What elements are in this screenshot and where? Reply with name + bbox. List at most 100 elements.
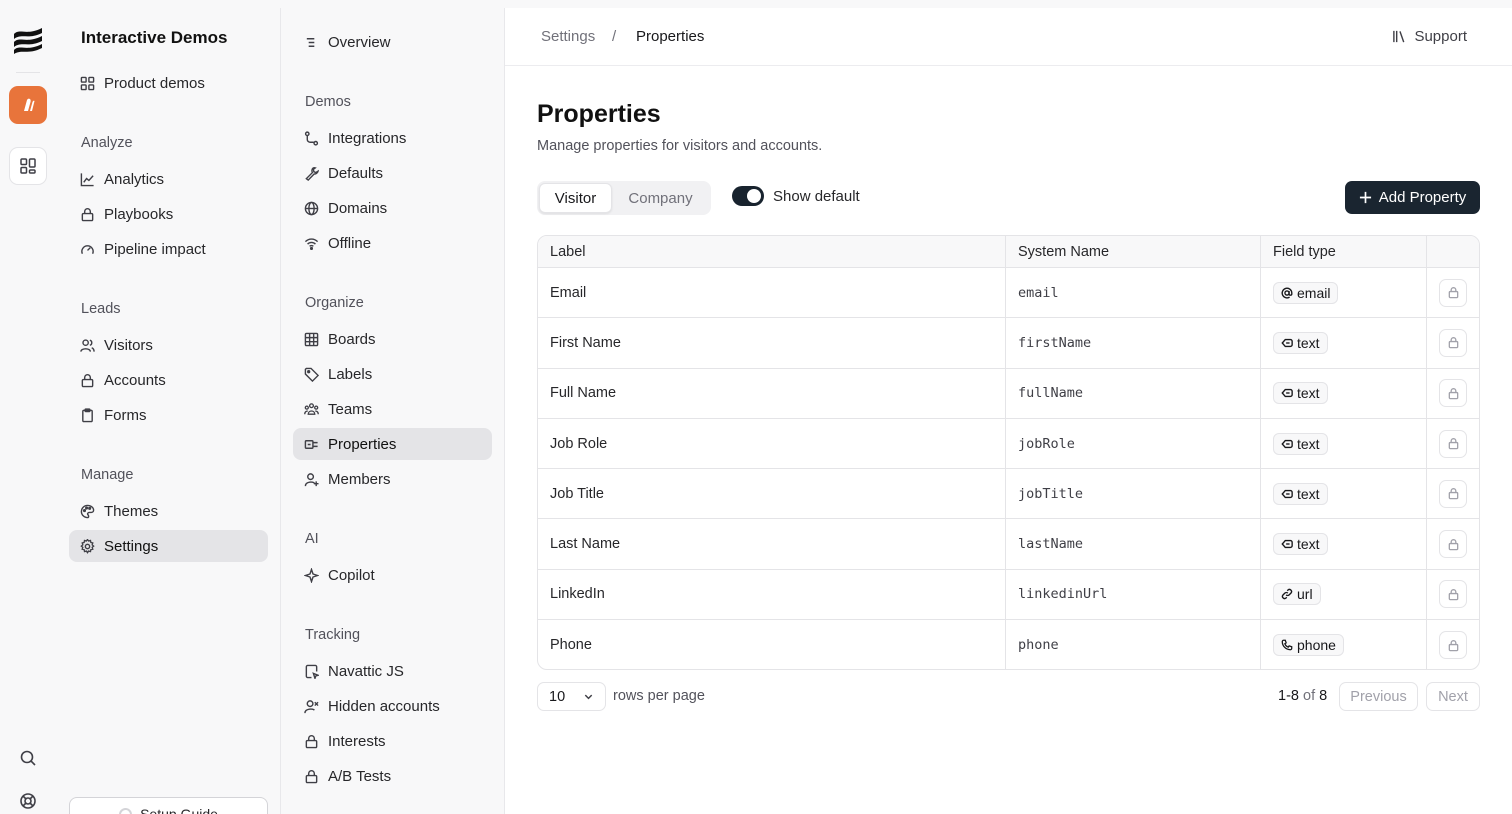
cell-label: Job Role — [538, 418, 1006, 469]
page-size-select[interactable]: 10 — [537, 682, 606, 711]
sidebar-item-forms[interactable]: Forms — [69, 399, 147, 431]
lock-button[interactable] — [1439, 479, 1467, 508]
previous-page-button[interactable]: Previous — [1339, 682, 1418, 711]
search-icon[interactable] — [19, 749, 37, 767]
lock-button[interactable] — [1439, 328, 1467, 357]
table-row[interactable]: Email email email — [538, 268, 1479, 319]
sidebar-item-navattic-js[interactable]: Navattic JS — [293, 655, 404, 687]
sidebar-item-integrations[interactable]: Integrations — [293, 122, 406, 154]
tab-visitor[interactable]: Visitor — [539, 183, 612, 213]
table-row[interactable]: LinkedIn linkedinUrl url — [538, 569, 1479, 621]
sidebar-item-visitors[interactable]: Visitors — [69, 329, 153, 361]
field-type-label: url — [1297, 586, 1313, 603]
entity-tabs: Visitor Company — [537, 181, 711, 215]
column-header-label: Label — [538, 236, 1006, 267]
properties-table: Label System Name Field type Email email e… — [537, 235, 1480, 670]
field-type-label: phone — [1297, 637, 1336, 654]
breadcrumb-settings[interactable]: Settings — [541, 28, 595, 45]
table-row[interactable]: First Name firstName text — [538, 318, 1479, 369]
app-orange-icon[interactable] — [9, 86, 47, 124]
lock-button[interactable] — [1439, 379, 1467, 408]
column-header-field-type: Field type — [1261, 236, 1427, 267]
sidebar-item-members[interactable]: Members — [293, 463, 391, 495]
sidebar-item-label: Domains — [328, 199, 388, 217]
table-row[interactable]: Last Name lastName text — [538, 519, 1479, 570]
sidebar-item-ab-tests[interactable]: A/B Tests — [293, 760, 391, 792]
page-size-value: 10 — [549, 688, 566, 705]
sidebar-item-playbooks[interactable]: Playbooks — [69, 198, 173, 230]
show-default-label: Show default — [773, 187, 860, 205]
table-row[interactable]: Full Name fullName text — [538, 368, 1479, 419]
add-property-label: Add Property — [1378, 189, 1467, 206]
cell-label: First Name — [538, 318, 1006, 368]
help-lifebuoy-icon[interactable] — [19, 792, 37, 810]
sidebar-item-analytics[interactable]: Analytics — [69, 163, 164, 195]
lock-button[interactable] — [1439, 429, 1467, 458]
properties-icon — [304, 439, 318, 449]
show-default-toggle[interactable] — [732, 186, 764, 206]
tag-icon — [304, 367, 319, 382]
user-plus-icon — [304, 472, 319, 486]
sidebar-item-label: Pipeline impact — [104, 240, 206, 258]
lock-icon — [1448, 488, 1458, 500]
rows-per-page-label: rows per page — [613, 688, 705, 704]
sidebar-item-settings[interactable]: Settings — [69, 530, 268, 562]
dashboard-grid-icon[interactable] — [9, 147, 47, 185]
wrench-icon — [305, 166, 319, 181]
sidebar-item-label: Forms — [104, 406, 147, 424]
progress-ring-icon — [119, 807, 133, 814]
sidebar-item-overview[interactable]: Overview — [293, 26, 391, 58]
add-property-button[interactable]: Add Property — [1345, 181, 1480, 214]
text-tag-icon — [1281, 387, 1293, 399]
at-sign-icon — [1281, 287, 1293, 299]
line-chart-icon — [80, 172, 94, 186]
lock-button[interactable] — [1439, 530, 1467, 559]
field-type-badge: text — [1273, 482, 1328, 505]
lock-icon — [81, 373, 94, 387]
navattic-logo-icon[interactable] — [12, 24, 44, 56]
sidebar-item-pipeline-impact[interactable]: Pipeline impact — [69, 233, 206, 265]
workspace-title: Interactive Demos — [81, 28, 228, 47]
sidebar-item-label: Integrations — [328, 129, 407, 147]
cell-actions — [1427, 369, 1479, 418]
setup-guide-button[interactable]: Setup Guide — [69, 797, 268, 814]
sidebar-item-hidden-accounts[interactable]: Hidden accounts — [293, 690, 440, 722]
lock-button[interactable] — [1439, 278, 1467, 307]
support-link[interactable]: Support — [1392, 28, 1467, 45]
field-type-label: text — [1297, 385, 1320, 402]
sidebar-item-accounts[interactable]: Accounts — [69, 364, 166, 396]
sidebar-item-interests[interactable]: Interests — [293, 725, 386, 757]
field-type-badge: text — [1273, 533, 1328, 556]
lock-button[interactable] — [1439, 580, 1467, 609]
table-row[interactable]: Job Title jobTitle text — [538, 469, 1479, 520]
table-row[interactable]: Job Role jobRole text — [538, 418, 1479, 470]
sidebar-item-copilot[interactable]: Copilot — [293, 559, 375, 591]
sidebar-item-label: Interests — [328, 732, 386, 750]
sidebar-item-defaults[interactable]: Defaults — [293, 157, 383, 189]
sidebar-item-teams[interactable]: Teams — [293, 393, 372, 425]
tab-company[interactable]: Company — [612, 183, 709, 213]
next-page-button[interactable]: Next — [1426, 682, 1480, 711]
sidebar-item-label: Themes — [104, 502, 159, 520]
cell-field-type: text — [1261, 418, 1427, 469]
lock-icon — [1448, 337, 1458, 349]
lock-button[interactable] — [1439, 631, 1467, 660]
table-row[interactable]: Phone phone phone — [538, 620, 1479, 669]
sidebar-item-offline[interactable]: Offline — [293, 227, 371, 259]
sidebar-item-labels[interactable]: Labels — [293, 358, 372, 390]
sidebar-item-domains[interactable]: Domains — [293, 192, 387, 224]
sidebar-item-properties[interactable]: Properties — [293, 428, 492, 460]
sidebar-item-boards[interactable]: Boards — [293, 323, 376, 355]
cell-label: LinkedIn — [538, 569, 1006, 620]
show-default-control: Show default — [732, 186, 860, 206]
text-tag-icon — [1281, 538, 1293, 550]
sidebar-item-label: Boards — [328, 330, 376, 348]
sidebar-item-label: Overview — [328, 33, 391, 51]
cell-system-name: email — [1006, 268, 1261, 318]
sidebar-item-product-demos[interactable]: Product demos — [69, 67, 205, 99]
sidebar-item-themes[interactable]: Themes — [69, 495, 158, 527]
column-header-actions — [1427, 236, 1479, 267]
lock-icon — [305, 769, 318, 783]
lock-icon — [1448, 639, 1458, 651]
cell-actions — [1427, 318, 1479, 367]
